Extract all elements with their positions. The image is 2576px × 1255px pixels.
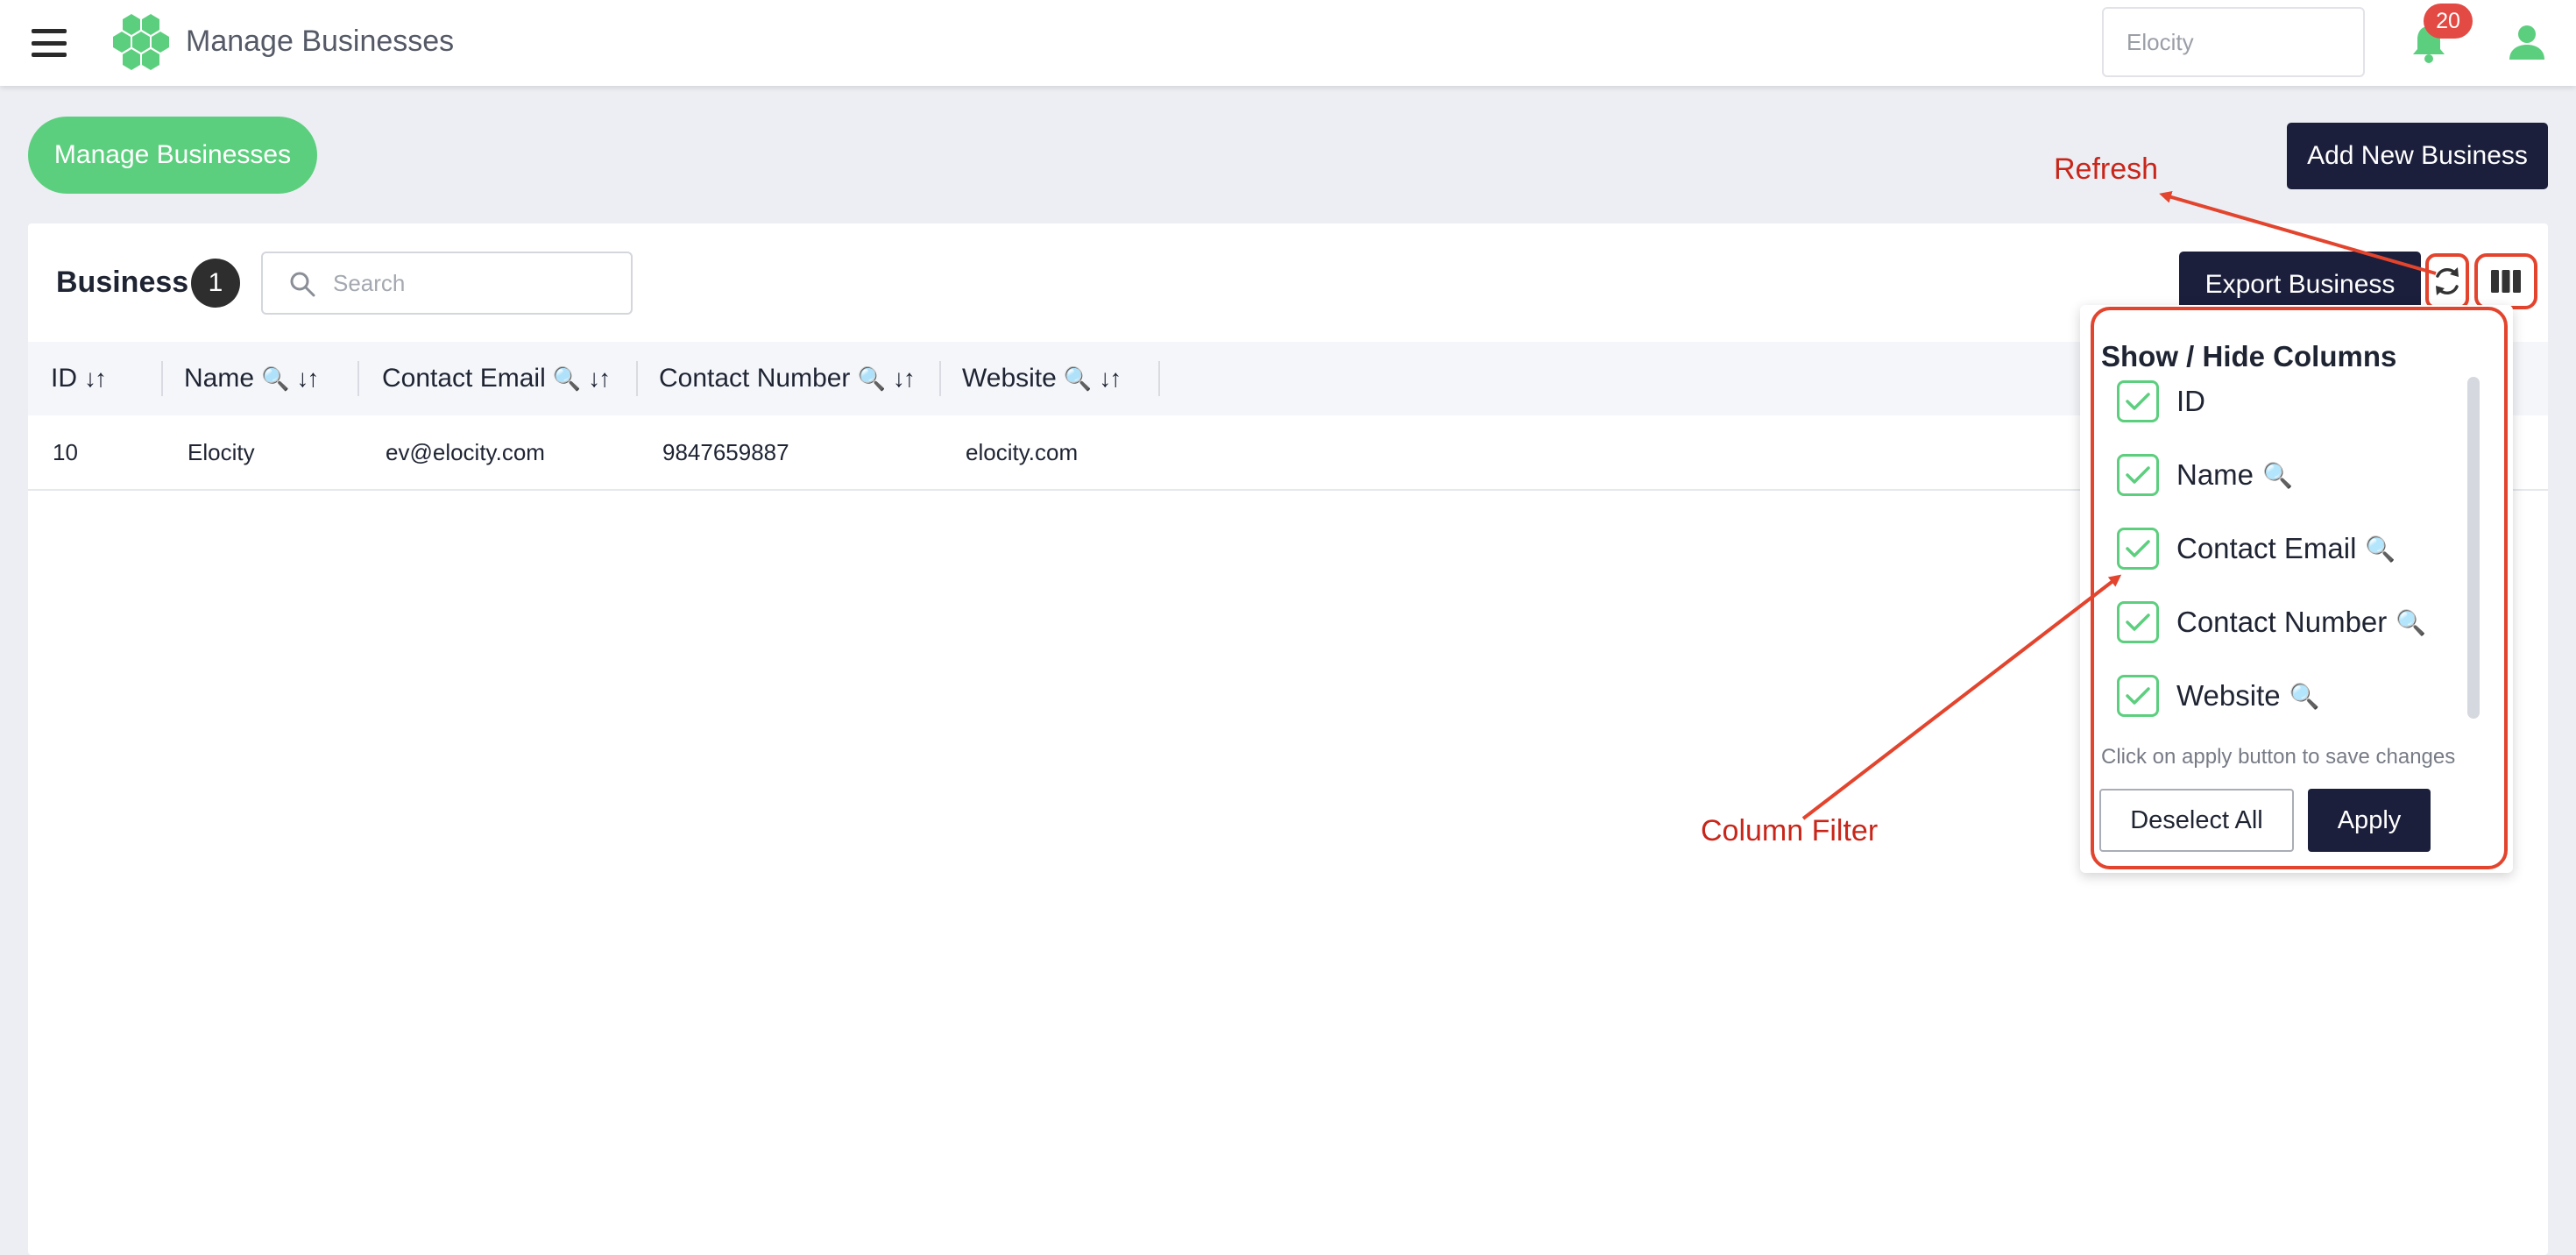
checkmark-icon — [2126, 540, 2150, 557]
cell-contact-number: 9847659887 — [662, 439, 789, 465]
column-toggle-contact-number[interactable]: Contact Number 🔍 — [2117, 598, 2426, 647]
search-icon: 🔍 — [2289, 682, 2320, 710]
column-search-icon[interactable]: 🔍 — [261, 342, 289, 415]
page-title-pill: Manage Businesses — [28, 117, 317, 194]
search-icon: 🔍 — [2262, 461, 2293, 489]
refresh-icon — [2436, 267, 2459, 295]
checkmark-icon — [2126, 466, 2150, 484]
add-new-business-button[interactable]: Add New Business — [2287, 123, 2548, 189]
column-list: ID Name 🔍 Contact Email 🔍 Contact Number 🔍 — [2080, 377, 2513, 727]
sort-icon[interactable]: ↓↑ — [893, 342, 916, 415]
cell-id: 10 — [53, 439, 78, 465]
column-divider — [161, 361, 163, 396]
cell-contact-email: ev@elocity.com — [386, 439, 545, 465]
column-filter-button[interactable] — [2474, 253, 2537, 309]
column-divider — [357, 361, 359, 396]
sort-icon[interactable]: ↓↑ — [84, 342, 107, 415]
cell-name: Elocity — [188, 439, 255, 465]
apply-button[interactable]: Apply — [2308, 789, 2431, 852]
cell-website: elocity.com — [966, 439, 1079, 465]
column-header-contact-email[interactable]: Contact Email 🔍 ↓↑ — [382, 342, 611, 415]
checkbox-checked[interactable] — [2117, 601, 2159, 643]
column-toggle-contact-email[interactable]: Contact Email 🔍 — [2117, 524, 2396, 573]
business-count-badge: 1 — [191, 259, 240, 308]
checkbox-checked[interactable] — [2117, 380, 2159, 422]
app-title: Manage Businesses — [186, 25, 455, 58]
user-avatar-icon[interactable] — [2508, 23, 2546, 61]
column-toggle-website[interactable]: Website 🔍 — [2117, 671, 2320, 720]
checkbox-checked[interactable] — [2117, 528, 2159, 570]
popover-title: Show / Hide Columns — [2101, 340, 2397, 372]
deselect-all-button[interactable]: Deselect All — [2099, 789, 2294, 852]
column-search-icon[interactable]: 🔍 — [1064, 342, 1092, 415]
column-search-icon[interactable]: 🔍 — [553, 342, 581, 415]
notification-count-badge: 20 — [2424, 4, 2473, 39]
column-toggle-name[interactable]: Name 🔍 — [2117, 450, 2293, 500]
column-header-contact-number[interactable]: Contact Number 🔍 ↓↑ — [659, 342, 916, 415]
checkmark-icon — [2126, 613, 2150, 631]
popover-hint: Click on apply button to save changes — [2101, 745, 2456, 769]
checkbox-checked[interactable] — [2117, 675, 2159, 717]
search-input[interactable] — [333, 266, 613, 301]
search-box[interactable] — [261, 252, 633, 315]
search-icon: 🔍 — [2365, 535, 2396, 563]
columns-icon — [2491, 270, 2521, 293]
column-search-icon[interactable]: 🔍 — [857, 342, 885, 415]
popover-scrollbar[interactable] — [2467, 377, 2480, 719]
sort-icon[interactable]: ↓↑ — [1099, 342, 1122, 415]
card-heading: Business — [56, 266, 189, 299]
sort-icon[interactable]: ↓↑ — [296, 342, 319, 415]
business-select[interactable]: Elocity — [2102, 7, 2365, 77]
sort-icon[interactable]: ↓↑ — [588, 342, 611, 415]
annotation-refresh-label: Refresh — [2054, 152, 2159, 186]
column-divider — [939, 361, 941, 396]
column-header-name[interactable]: Name 🔍 ↓↑ — [184, 342, 319, 415]
checkmark-icon — [2126, 393, 2150, 410]
hexagon-logo-icon — [113, 14, 169, 70]
column-header-id[interactable]: ID ↓↑ — [51, 342, 107, 415]
search-icon — [290, 272, 315, 297]
column-divider — [636, 361, 638, 396]
annotation-column-filter-label: Column Filter — [1701, 814, 1879, 847]
column-filter-popover: Show / Hide Columns ID Name 🔍 Contact Ema… — [2080, 305, 2513, 873]
column-header-website[interactable]: Website 🔍 ↓↑ — [962, 342, 1122, 415]
column-divider — [1158, 361, 1160, 396]
search-icon: 🔍 — [2396, 608, 2427, 636]
column-toggle-id[interactable]: ID — [2117, 377, 2205, 426]
top-bar: Manage Businesses Elocity 20 — [0, 0, 2576, 86]
checkbox-checked[interactable] — [2117, 454, 2159, 496]
checkmark-icon — [2126, 687, 2150, 705]
menu-icon[interactable] — [26, 25, 72, 61]
refresh-button[interactable] — [2425, 253, 2469, 309]
